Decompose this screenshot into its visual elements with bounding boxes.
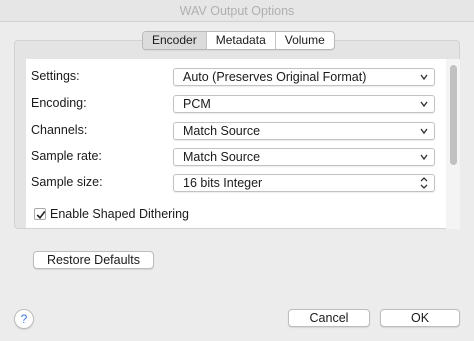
encoding-select-value: PCM: [183, 97, 211, 111]
shaped-dithering-label: Enable Shaped Dithering: [50, 207, 189, 221]
chevron-down-icon: [420, 128, 428, 135]
sample-size-label: Sample size:: [31, 175, 103, 189]
window-titlebar: WAV Output Options: [0, 0, 474, 22]
settings-scrollbar[interactable]: [446, 59, 460, 229]
chevron-down-icon: [420, 74, 428, 81]
channels-label: Channels:: [31, 123, 88, 137]
scrollbar-thumb[interactable]: [450, 65, 457, 165]
settings-select[interactable]: Auto (Preserves Original Format): [173, 68, 435, 86]
ok-button[interactable]: OK: [380, 309, 460, 327]
tab-bar: Encoder Metadata Volume: [142, 31, 335, 50]
restore-defaults-button[interactable]: Restore Defaults: [33, 251, 154, 269]
checkmark-icon: [36, 211, 46, 220]
encoding-label: Encoding:: [31, 96, 87, 110]
sample-rate-select-value: Match Source: [183, 150, 261, 164]
cancel-button[interactable]: Cancel: [288, 309, 370, 327]
chevron-updown-icon: [420, 177, 428, 189]
sample-size-select-value: 16 bits Integer: [183, 176, 263, 190]
settings-select-value: Auto (Preserves Original Format): [183, 70, 367, 84]
sample-size-select[interactable]: 16 bits Integer: [173, 174, 435, 192]
window-title: WAV Output Options: [179, 4, 295, 18]
channels-select-value: Match Source: [183, 124, 261, 138]
tab-metadata[interactable]: Metadata: [207, 32, 276, 49]
tab-volume[interactable]: Volume: [276, 32, 334, 49]
channels-select[interactable]: Match Source: [173, 122, 435, 140]
settings-label: Settings:: [31, 69, 80, 83]
tab-encoder[interactable]: Encoder: [143, 32, 207, 49]
encoding-select[interactable]: PCM: [173, 95, 435, 113]
shaped-dithering-checkbox[interactable]: [34, 208, 46, 220]
help-icon[interactable]: ?: [14, 309, 34, 329]
chevron-down-icon: [420, 101, 428, 108]
chevron-down-icon: [420, 154, 428, 161]
sample-rate-select[interactable]: Match Source: [173, 148, 435, 166]
sample-rate-label: Sample rate:: [31, 149, 102, 163]
